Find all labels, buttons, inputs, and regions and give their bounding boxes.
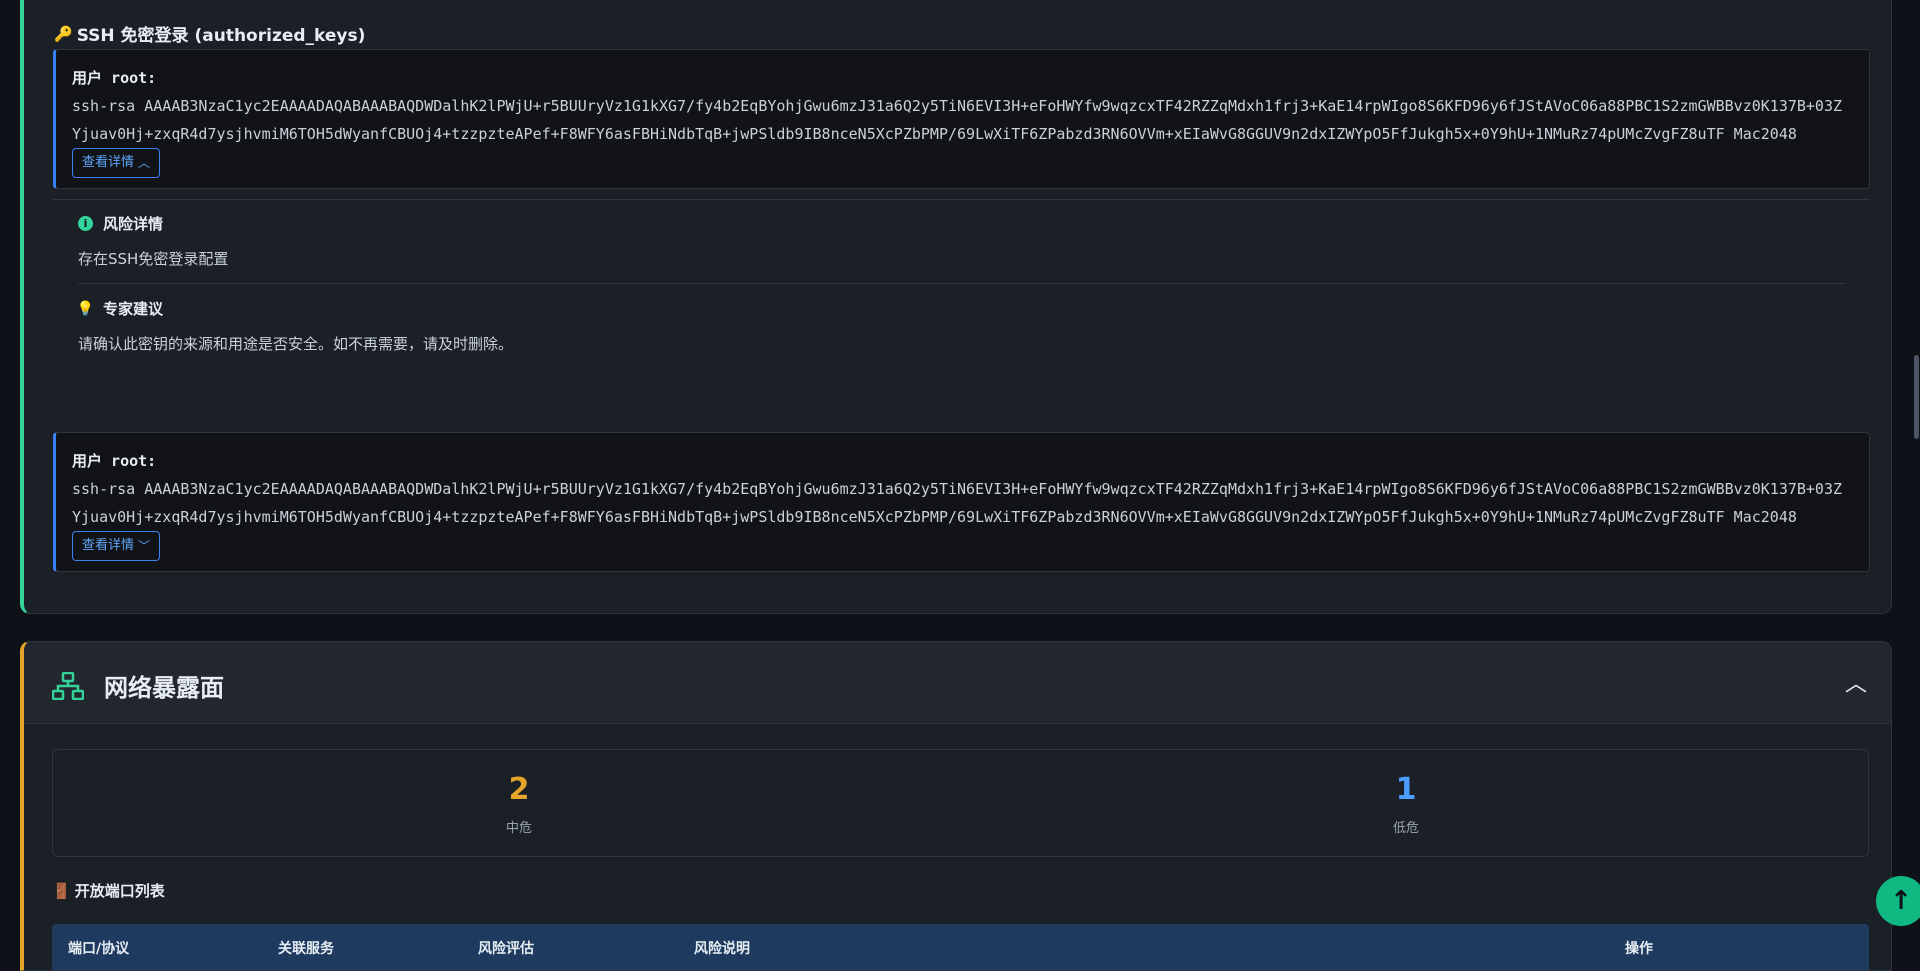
chevron-down-icon: ﹀ <box>138 539 151 553</box>
key-text: ssh-rsa AAAAB3NzaC1yc2EAAAADAQABAAABAQDW… <box>72 475 1851 561</box>
arrow-up-icon: ↑ <box>1890 886 1912 916</box>
divider <box>53 199 1870 200</box>
key-user: 用户 root: <box>72 452 157 470</box>
ssh-section-card: 🔑 SSH 免密登录 (authorized_keys) 用户 root: ss… <box>20 0 1892 614</box>
chevron-up-icon[interactable]: ︿ <box>1845 666 1867 698</box>
scrollbar[interactable] <box>1912 0 1920 945</box>
open-ports-title: 🚪 开放端口列表 <box>52 881 165 901</box>
network-section-title: 网络暴露面 <box>104 674 224 702</box>
stat-low: 1 低危 <box>1392 772 1419 836</box>
th-port: 端口/协议 <box>68 941 130 957</box>
divider <box>78 283 1846 284</box>
th-action: 操作 <box>1625 941 1653 957</box>
key-text: ssh-rsa AAAAB3NzaC1yc2EAAAADAQABAAABAQDW… <box>72 92 1851 178</box>
th-risk: 风险评估 <box>478 941 534 957</box>
network-exposure-card: 网络暴露面 ︿ 2 中危 1 低危 🚪 开放端口列表 端口/协议 关联服务 风险… <box>20 641 1892 971</box>
risk-detail-text: 存在SSH免密登录配置 <box>78 250 229 268</box>
lightbulb-icon: 💡 <box>76 300 95 317</box>
key-icon: 🔑 <box>54 24 73 43</box>
network-card-header[interactable]: 网络暴露面 ︿ <box>24 642 1891 724</box>
ssh-title-text: SSH 免密登录 (authorized_keys) <box>76 26 366 46</box>
advice-header: 💡 专家建议 <box>76 300 164 318</box>
risk-stats: 2 中危 1 低危 <box>52 749 1869 857</box>
stat-medium: 2 中危 <box>505 772 532 836</box>
back-to-top-button[interactable]: ↑ <box>1876 876 1920 926</box>
chevron-up-icon: ︿ <box>138 156 151 170</box>
advice-text: 请确认此密钥的来源和用途是否安全。如不再需要，请及时删除。 <box>78 335 514 353</box>
th-service: 关联服务 <box>278 941 334 957</box>
view-detail-button[interactable]: 查看详情 ︿ <box>72 148 161 178</box>
info-icon: i <box>78 216 93 231</box>
th-description: 风险说明 <box>694 941 750 957</box>
ssh-section-title: 🔑 SSH 免密登录 (authorized_keys) <box>54 21 366 47</box>
ssh-key-entry: 用户 root: ssh-rsa AAAAB3NzaC1yc2EAAAADAQA… <box>53 432 1870 572</box>
ports-table-header: 端口/协议 关联服务 风险评估 风险说明 操作 <box>52 924 1869 970</box>
scrollbar-thumb[interactable] <box>1914 355 1919 439</box>
risk-detail-panel: i 风险详情 存在SSH免密登录配置 💡 专家建议 请确认此密钥的来源和用途是否… <box>76 213 1846 354</box>
view-detail-button[interactable]: 查看详情 ﹀ <box>72 531 161 561</box>
key-user: 用户 root: <box>72 69 157 87</box>
door-icon: 🚪 <box>52 881 71 900</box>
risk-detail-header: i 风险详情 <box>78 213 1846 234</box>
ssh-key-entry: 用户 root: ssh-rsa AAAAB3NzaC1yc2EAAAADAQA… <box>53 49 1870 189</box>
network-icon <box>52 672 84 700</box>
